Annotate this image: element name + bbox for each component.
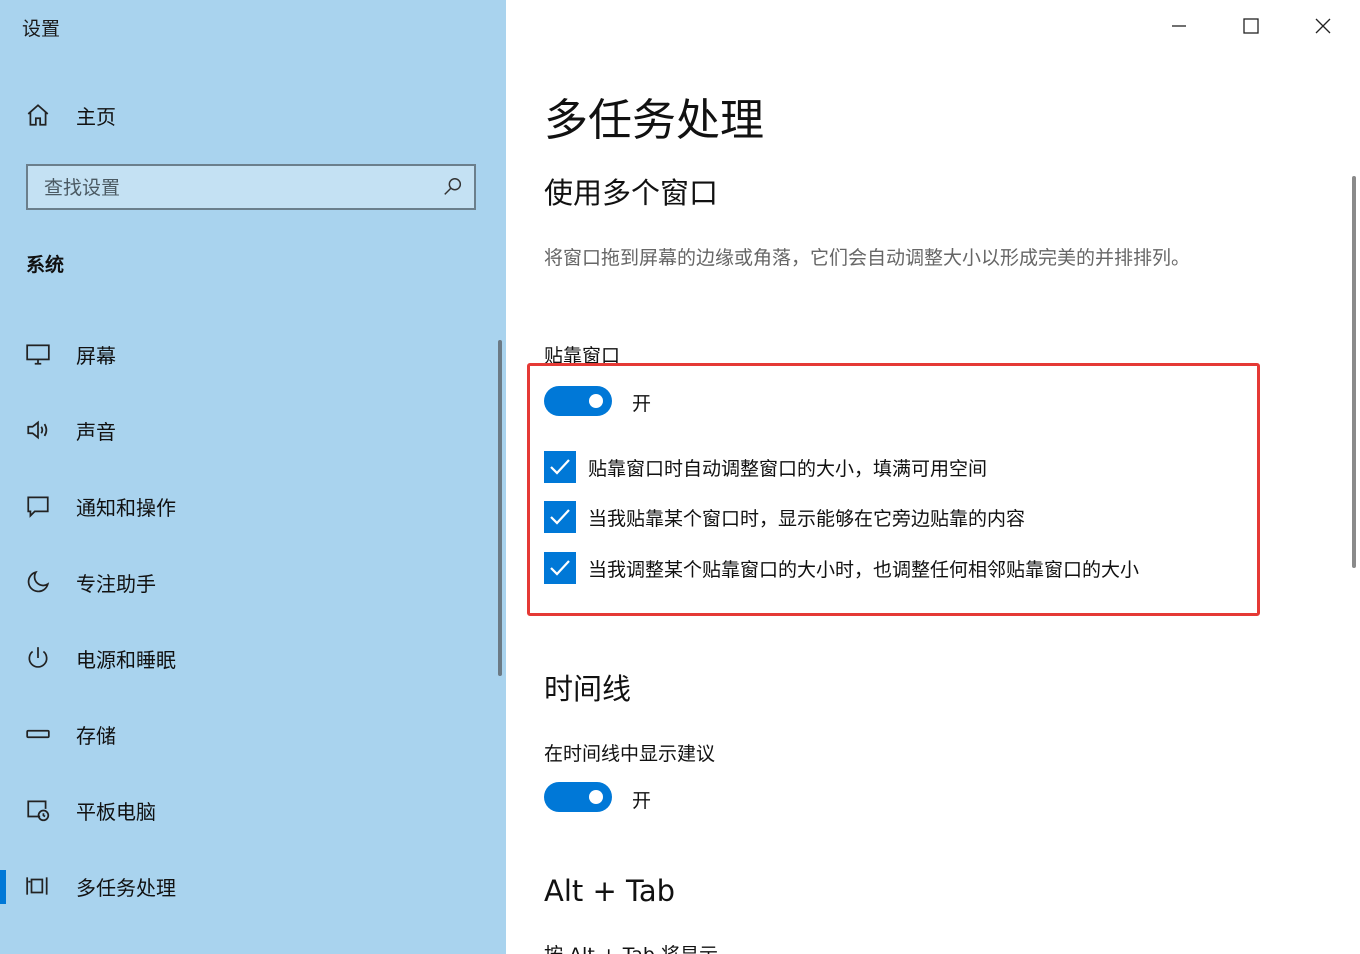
close-icon <box>1315 18 1331 34</box>
checkbox-label: 贴靠窗口时自动调整窗口的大小，填满可用空间 <box>588 457 988 480</box>
sidebar-item-display[interactable]: 屏幕 <box>0 324 490 384</box>
main-scrollbar[interactable] <box>1352 176 1356 568</box>
checkbox[interactable] <box>544 451 576 483</box>
sidebar-item-label: 多任务处理 <box>76 875 176 900</box>
sidebar-item-next[interactable] <box>0 932 490 954</box>
speaker-icon <box>24 416 52 444</box>
storage-icon <box>24 720 52 748</box>
section-title-alt-tab: Alt + Tab <box>544 874 676 908</box>
sidebar-item-label: 存储 <box>76 723 116 748</box>
moon-icon <box>24 568 52 596</box>
snap-option-checkbox-1[interactable]: 贴靠窗口时自动调整窗口的大小，填满可用空间 <box>544 450 987 484</box>
section-title-timeline: 时间线 <box>544 672 632 706</box>
sidebar-item-sound[interactable]: 声音 <box>0 400 490 460</box>
sidebar-item-multitasking[interactable]: 多任务处理 <box>0 856 490 916</box>
sidebar-item-label: 电源和睡眠 <box>76 647 176 672</box>
app-title: 设置 <box>22 18 61 40</box>
checkbox-label: 当我贴靠某个窗口时，显示能够在它旁边贴靠的内容 <box>588 507 1026 530</box>
sidebar-scrollbar[interactable] <box>498 340 502 676</box>
snap-option-checkbox-2[interactable]: 当我贴靠某个窗口时，显示能够在它旁边贴靠的内容 <box>544 500 1025 534</box>
toggle-knob <box>589 394 603 408</box>
page-title: 多任务处理 <box>544 95 764 146</box>
sidebar-item-label: 通知和操作 <box>76 495 176 520</box>
snap-option-checkbox-3[interactable]: 当我调整某个贴靠窗口的大小时，也调整任何相邻贴靠窗口的大小 <box>544 551 1139 585</box>
power-icon <box>24 644 52 672</box>
close-button[interactable] <box>1303 8 1343 44</box>
checkmark-icon <box>550 459 570 475</box>
section-title-multi-window: 使用多个窗口 <box>544 176 719 210</box>
monitor-icon <box>24 340 52 368</box>
sidebar-item-label: 专注助手 <box>76 571 156 596</box>
main-content: 多任务处理 使用多个窗口 将窗口拖到屏幕的边缘或角落，它们会自动调整大小以形成完… <box>506 0 1360 954</box>
search-field[interactable] <box>26 164 476 210</box>
toggle-state-label: 开 <box>632 393 652 415</box>
snap-windows-label: 贴靠窗口 <box>544 345 621 367</box>
sidebar: 设置 主页 系统 屏幕 声音 通知和操作 专注助手 <box>0 0 506 954</box>
toggle-knob <box>589 790 603 804</box>
sidebar-next-icon <box>24 948 52 954</box>
timeline-suggestions-toggle[interactable] <box>544 782 612 812</box>
sidebar-item-focus-assist[interactable]: 专注助手 <box>0 552 490 612</box>
minimize-button[interactable] <box>1159 8 1199 44</box>
alt-tab-label: 按 Alt + Tab 将显示 <box>544 940 718 954</box>
minimize-icon <box>1172 25 1186 27</box>
sidebar-item-home[interactable]: 主页 <box>0 85 490 145</box>
section-description: 将窗口拖到屏幕的边缘或角落，它们会自动调整大小以形成完美的并排排列。 <box>544 247 1191 269</box>
sidebar-item-label: 主页 <box>76 104 116 129</box>
snap-windows-toggle[interactable] <box>544 386 612 416</box>
sidebar-item-notifications[interactable]: 通知和操作 <box>0 476 490 536</box>
maximize-icon <box>1243 18 1259 34</box>
sidebar-item-storage[interactable]: 存储 <box>0 704 490 764</box>
sidebar-item-label: 屏幕 <box>76 343 116 368</box>
group-heading-system: 系统 <box>26 254 65 276</box>
search-icon[interactable] <box>442 176 464 198</box>
checkbox[interactable] <box>544 552 576 584</box>
notification-icon <box>24 492 52 520</box>
timeline-suggestions-label: 在时间线中显示建议 <box>544 743 716 765</box>
checkbox[interactable] <box>544 501 576 533</box>
maximize-button[interactable] <box>1231 8 1271 44</box>
tablet-icon <box>24 796 52 824</box>
sidebar-item-label: 平板电脑 <box>76 799 156 824</box>
checkmark-icon <box>550 560 570 576</box>
home-icon <box>24 101 52 129</box>
toggle-state-label: 开 <box>632 790 652 812</box>
sidebar-item-label: 声音 <box>76 419 116 444</box>
multitasking-icon <box>24 872 52 900</box>
sidebar-item-tablet[interactable]: 平板电脑 <box>0 780 490 840</box>
search-input[interactable] <box>28 166 446 210</box>
checkbox-label: 当我调整某个贴靠窗口的大小时，也调整任何相邻贴靠窗口的大小 <box>588 558 1140 581</box>
sidebar-item-power-sleep[interactable]: 电源和睡眠 <box>0 628 490 688</box>
checkmark-icon <box>550 509 570 525</box>
